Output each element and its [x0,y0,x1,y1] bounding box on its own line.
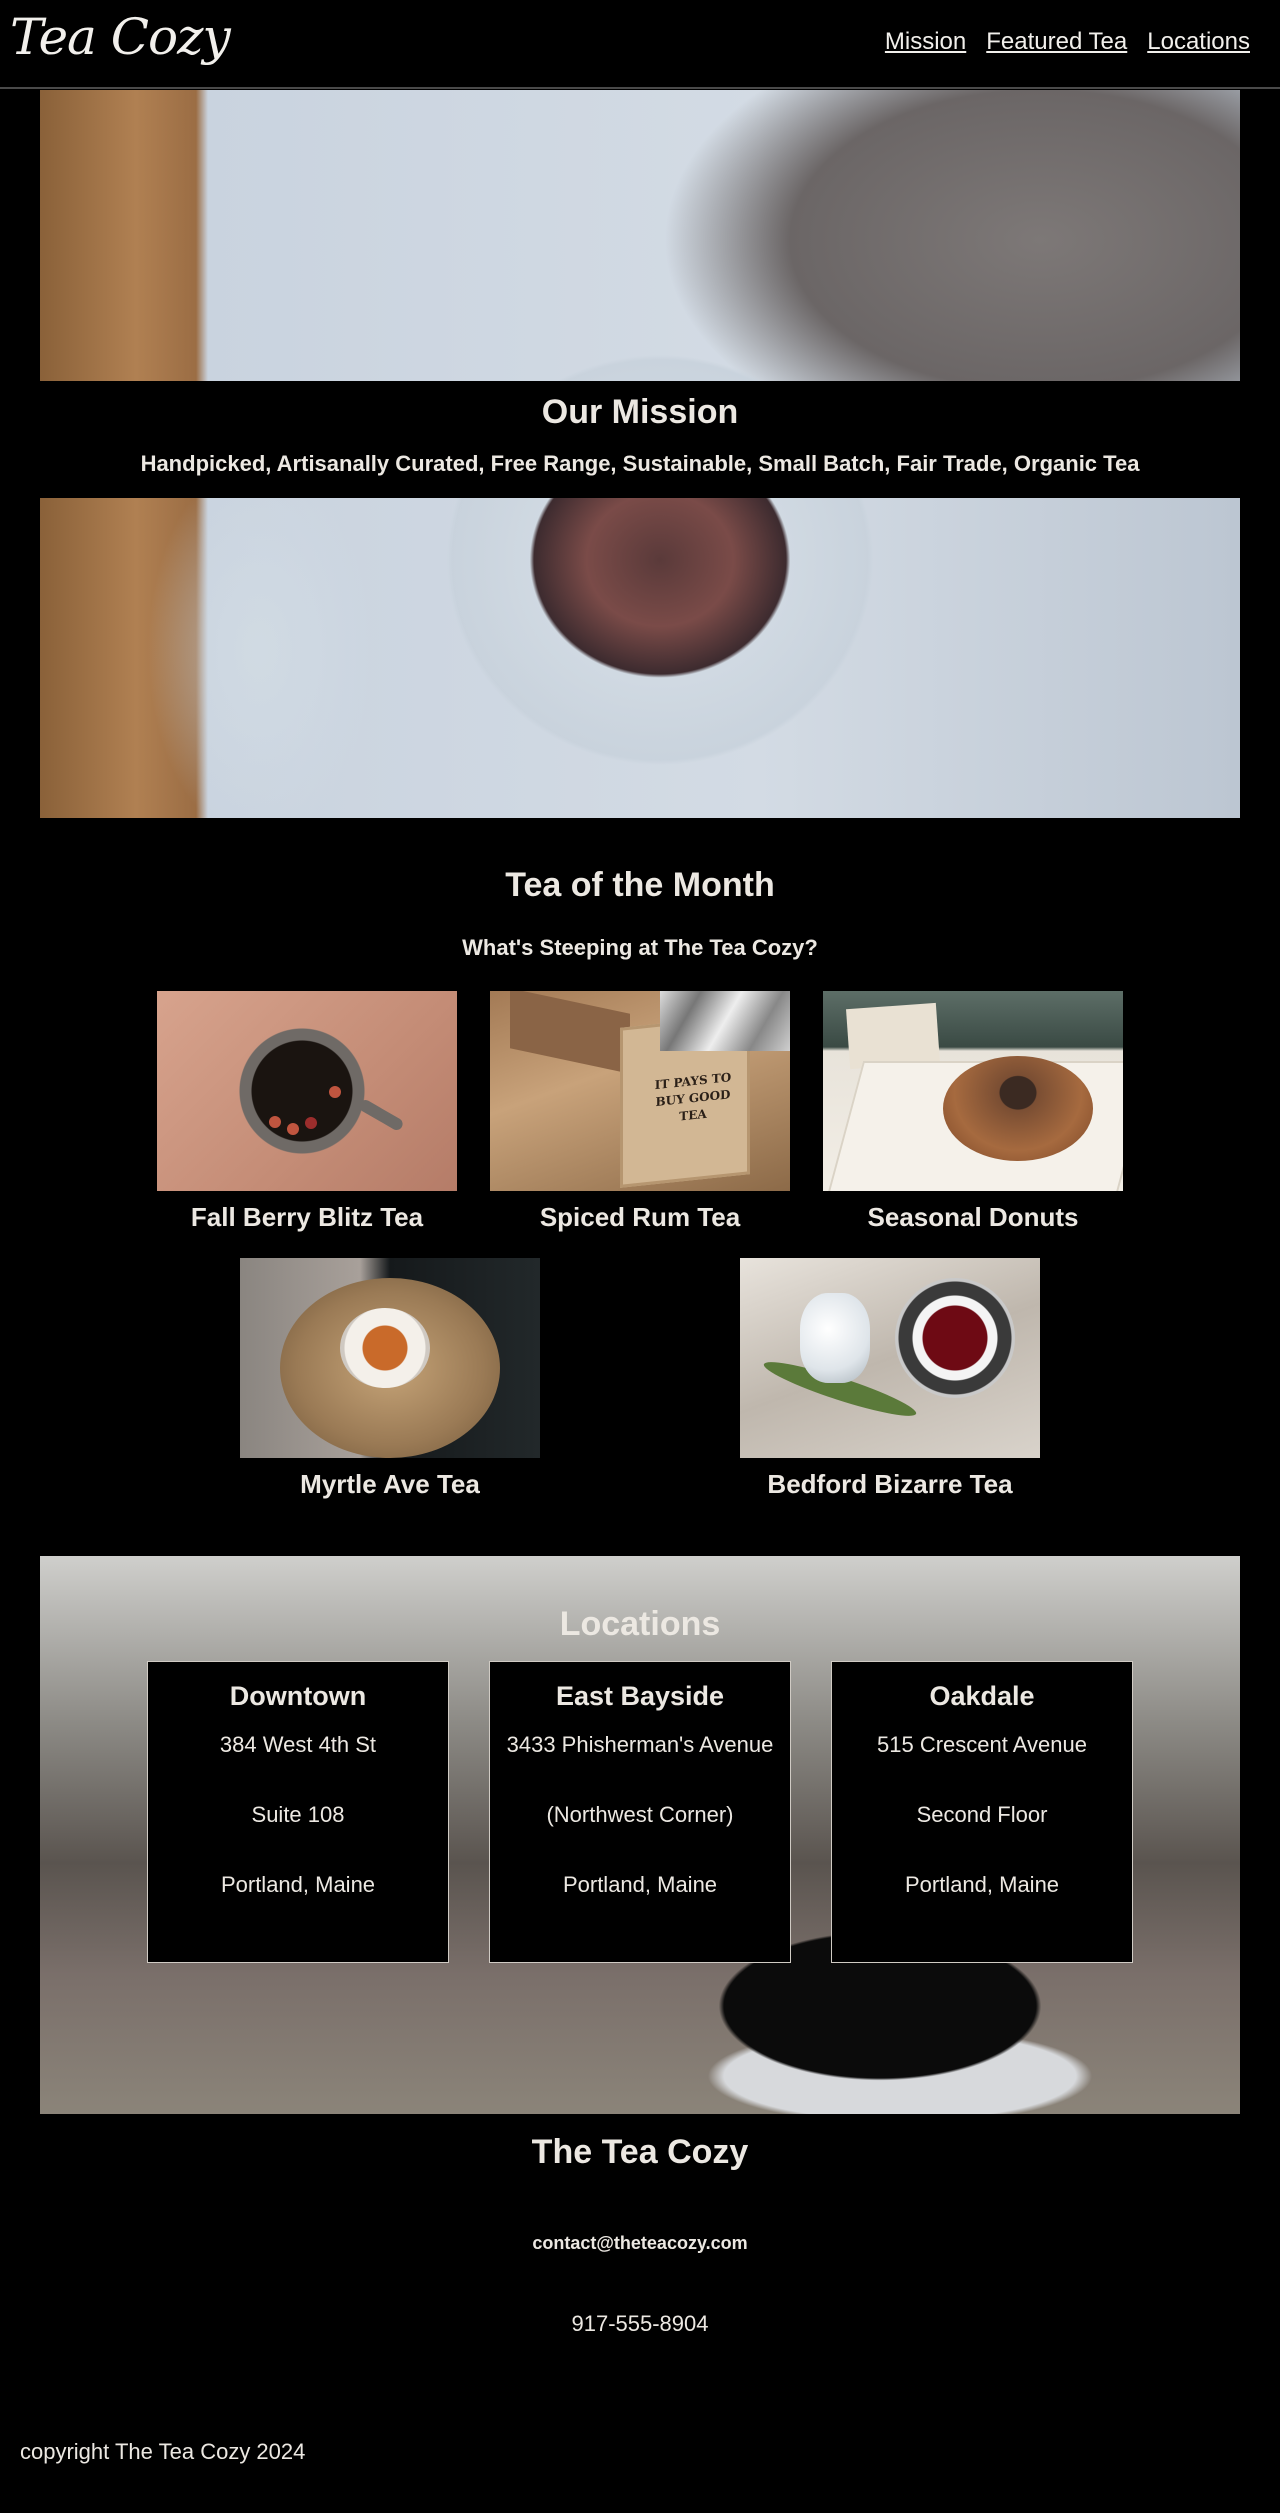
location-name: Downtown [229,1681,367,1711]
site-header: Tea Cozy Mission Featured Tea Locations [0,0,1280,89]
tea-name: Seasonal Donuts [867,1202,1079,1232]
myrtle-ave-tea-image [240,1258,540,1458]
location-card-east-bayside: East Bayside 3433 Phisherman's Avenue (N… [489,1661,791,1963]
mission-subtitle: Handpicked, Artisanally Curated, Free Ra… [140,451,1140,476]
location-name: Oakdale [929,1681,1035,1711]
tea-card-fall-berry[interactable]: Fall Berry Blitz Tea [157,991,457,1233]
location-card-downtown: Downtown 384 West 4th St Suite 108 Portl… [147,1661,449,1963]
tea-name: Bedford Bizarre Tea [767,1469,1013,1499]
tea-card-seasonal-donuts[interactable]: Seasonal Donuts [823,991,1123,1233]
main-nav: Mission Featured Tea Locations [885,28,1250,56]
tea-card-spiced-rum[interactable]: IT PAYS TO BUY GOOD TEA Spiced Rum Tea [490,991,790,1233]
tea-card-bedford-bizarre[interactable]: Bedford Bizarre Tea [740,1258,1040,1500]
location-card-oakdale: Oakdale 515 Crescent Avenue Second Floor… [831,1661,1133,1963]
fall-berry-tea-image [157,991,457,1191]
footer-title: The Tea Cozy [531,2133,749,2171]
nav-link-featured-tea[interactable]: Featured Tea [986,28,1127,56]
location-address-line: 3433 Phisherman's Avenue [506,1732,774,1757]
location-address-line: 384 West 4th St [219,1732,377,1757]
location-address-line: Second Floor [916,1802,1048,1827]
location-address-line: (Northwest Corner) [546,1802,734,1827]
footer-phone: 917-555-8904 [571,2311,709,2336]
location-name: East Bayside [555,1681,725,1711]
tea-name: Myrtle Ave Tea [300,1469,480,1499]
location-address-line: Portland, Maine [220,1872,376,1897]
mission-title: Our Mission [541,393,739,431]
nav-link-locations[interactable]: Locations [1147,28,1250,56]
location-address-line: 515 Crescent Avenue [877,1732,1087,1757]
location-address-line: Suite 108 [251,1802,345,1827]
location-address-line: Portland, Maine [562,1872,718,1897]
tea-card-myrtle-ave[interactable]: Myrtle Ave Tea [240,1258,540,1500]
site-logo[interactable]: Tea Cozy [10,8,231,66]
tea-name: Fall Berry Blitz Tea [190,1202,424,1232]
location-address-line: Portland, Maine [904,1872,1060,1897]
seasonal-donuts-image [823,991,1123,1191]
spiced-rum-tea-image: IT PAYS TO BUY GOOD TEA [490,991,790,1191]
copyright-text: copyright The Tea Cozy 2024 [20,2439,306,2464]
locations-title: Locations [559,1605,721,1643]
tea-name: Spiced Rum Tea [539,1202,741,1232]
footer-email[interactable]: contact@theteacozy.com [0,2233,1280,2254]
bedford-bizarre-tea-image [740,1258,1040,1458]
nav-link-mission[interactable]: Mission [885,28,966,56]
tea-of-month-subtitle: What's Steeping at The Tea Cozy? [462,935,818,960]
tea-box-label: IT PAYS TO BUY GOOD TEA [654,1070,732,1124]
tea-of-month-title: Tea of the Month [505,866,775,904]
